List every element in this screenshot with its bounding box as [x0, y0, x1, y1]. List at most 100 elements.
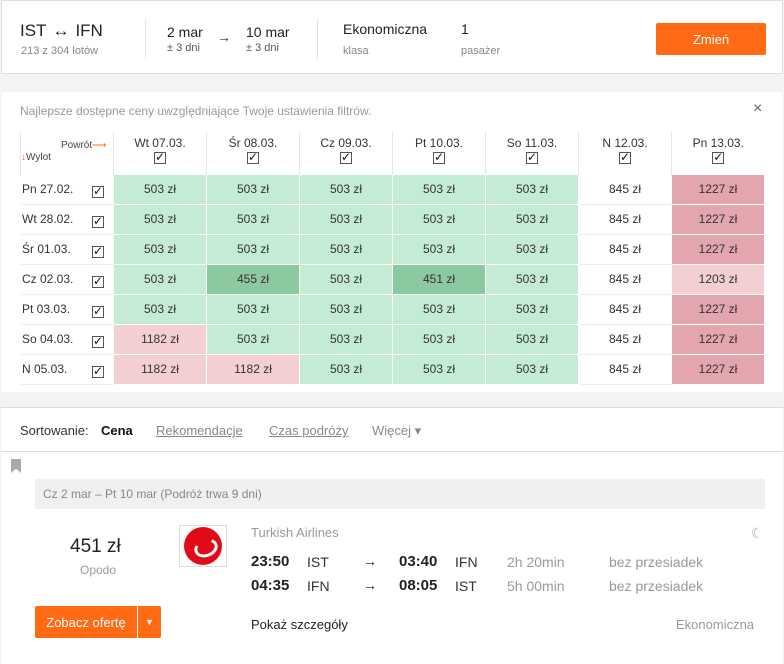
price-cell[interactable]: 503 zł: [299, 293, 393, 325]
price-cell[interactable]: 503 zł: [485, 353, 579, 385]
price-cell[interactable]: 503 zł: [392, 233, 486, 265]
price-cell[interactable]: 503 zł: [206, 203, 300, 235]
return-date-column-header[interactable]: Pn 13.03.: [671, 132, 765, 174]
departure-date-row-header[interactable]: Cz 02.03.: [20, 263, 114, 295]
price-matrix: Powrót⟶ ↓Wylot Wt 07.03. Śr 08.03. Cz 09.0…: [20, 132, 765, 385]
price-cell[interactable]: 503 zł: [299, 233, 393, 265]
cabin-class[interactable]: Ekonomiczna: [343, 21, 427, 37]
row-checkbox[interactable]: [92, 214, 104, 228]
price-cell[interactable]: 503 zł: [299, 263, 393, 295]
row-checkbox[interactable]: [92, 334, 104, 348]
price-cell[interactable]: 503 zł: [392, 173, 486, 205]
price-cell[interactable]: 503 zł: [299, 203, 393, 235]
sort-option-recommendations[interactable]: Rekomendacje: [156, 423, 243, 438]
depart-date[interactable]: 2 mar: [167, 24, 203, 40]
price-cell[interactable]: 845 zł: [578, 173, 672, 205]
departure-date-row-header[interactable]: Pt 03.03.: [20, 293, 114, 325]
price-cell[interactable]: 455 zł: [206, 263, 300, 295]
price-cell[interactable]: 503 zł: [113, 233, 207, 265]
close-icon[interactable]: ×: [753, 100, 762, 118]
price-cell[interactable]: 503 zł: [485, 173, 579, 205]
return-date-column-header[interactable]: Cz 09.03.: [299, 132, 393, 174]
bookmark-icon[interactable]: [11, 459, 21, 473]
price-cell[interactable]: 1227 zł: [671, 353, 765, 385]
column-checkbox[interactable]: [247, 150, 259, 164]
price-cell[interactable]: 845 zł: [578, 293, 672, 325]
price-cell[interactable]: 503 zł: [299, 323, 393, 355]
matrix-row: So 04.03.1182 zł503 zł503 zł503 zł503 zł…: [20, 323, 765, 355]
price-cell[interactable]: 1182 zł: [113, 323, 207, 355]
return-date-column-header[interactable]: Wt 07.03.: [113, 132, 207, 174]
column-label: So 11.03.: [506, 136, 558, 150]
departure-date-row-header[interactable]: Wt 28.02.: [20, 203, 114, 235]
matrix-row: Wt 28.02.503 zł503 zł503 zł503 zł503 zł8…: [20, 203, 765, 235]
price-cell[interactable]: 845 zł: [578, 263, 672, 295]
price-cell[interactable]: 1227 zł: [671, 323, 765, 355]
price-cell[interactable]: 1227 zł: [671, 173, 765, 205]
row-checkbox[interactable]: [92, 364, 104, 378]
price-cell[interactable]: 503 zł: [299, 353, 393, 385]
sort-option-price[interactable]: Cena: [101, 423, 133, 438]
price-cell[interactable]: 1182 zł: [206, 353, 300, 385]
column-checkbox[interactable]: [154, 150, 166, 164]
price-cell[interactable]: 503 zł: [206, 323, 300, 355]
price-cell[interactable]: 1182 zł: [113, 353, 207, 385]
price-cell[interactable]: 1227 zł: [671, 233, 765, 265]
row-checkbox[interactable]: [92, 304, 104, 318]
passenger-count[interactable]: 1: [461, 21, 469, 37]
see-offer-button[interactable]: Zobacz ofertę: [35, 606, 137, 638]
departure-date-row-header[interactable]: Śr 01.03.: [20, 233, 114, 265]
column-checkbox[interactable]: [712, 150, 725, 164]
price-cell[interactable]: 845 zł: [578, 353, 672, 385]
price-cell[interactable]: 503 zł: [206, 233, 300, 265]
return-date-column-header[interactable]: Śr 08.03.: [206, 132, 300, 174]
price-cell[interactable]: 503 zł: [206, 173, 300, 205]
sort-bar: Sortowanie: Cena Rekomendacje Czas podró…: [1, 408, 783, 452]
price-cell[interactable]: 845 zł: [578, 203, 672, 235]
price-cell[interactable]: 503 zł: [392, 323, 486, 355]
route[interactable]: IST ↔ IFN: [20, 21, 103, 41]
change-search-button[interactable]: Zmień: [656, 23, 766, 55]
divider: [317, 19, 318, 59]
price-cell[interactable]: 845 zł: [578, 233, 672, 265]
price-cell[interactable]: 1227 zł: [671, 203, 765, 235]
departure-date-row-header[interactable]: N 05.03.: [20, 353, 114, 385]
price-cell[interactable]: 503 zł: [392, 353, 486, 385]
price-cell[interactable]: 503 zł: [485, 293, 579, 325]
show-details-link[interactable]: Pokaż szczegóły: [251, 617, 348, 632]
arrow-right-icon: →: [363, 553, 377, 569]
price-cell[interactable]: 503 zł: [113, 173, 207, 205]
offer-dropdown-icon[interactable]: ▼: [138, 606, 161, 638]
sort-option-duration[interactable]: Czas podróży: [269, 423, 348, 438]
price-cell[interactable]: 503 zł: [485, 203, 579, 235]
column-checkbox[interactable]: [619, 150, 631, 164]
price-cell[interactable]: 503 zł: [299, 173, 393, 205]
departure-date-row-header[interactable]: Pn 27.02.: [20, 173, 114, 205]
row-checkbox[interactable]: [92, 274, 104, 288]
sort-more-dropdown[interactable]: Więcej ▾: [372, 423, 421, 439]
return-date-column-header[interactable]: Pt 10.03.: [392, 132, 486, 174]
price-cell[interactable]: 503 zł: [113, 263, 207, 295]
price-cell[interactable]: 845 zł: [578, 323, 672, 355]
return-date-column-header[interactable]: So 11.03.: [485, 132, 579, 174]
price-cell[interactable]: 503 zł: [206, 293, 300, 325]
row-checkbox[interactable]: [92, 184, 104, 198]
depart-flex: ± 3 dni: [167, 42, 200, 54]
price-cell[interactable]: 503 zł: [485, 323, 579, 355]
price-cell[interactable]: 1203 zł: [671, 263, 765, 295]
return-date[interactable]: 10 mar: [246, 24, 290, 40]
price-cell[interactable]: 503 zł: [392, 203, 486, 235]
row-checkbox[interactable]: [92, 244, 104, 258]
price-cell[interactable]: 503 zł: [485, 263, 579, 295]
column-checkbox[interactable]: [433, 150, 445, 164]
price-cell[interactable]: 503 zł: [113, 293, 207, 325]
price-cell[interactable]: 503 zł: [113, 203, 207, 235]
return-date-column-header[interactable]: N 12.03.: [578, 132, 672, 174]
price-cell[interactable]: 451 zł: [392, 263, 486, 295]
column-checkbox[interactable]: [340, 150, 352, 164]
departure-date-row-header[interactable]: So 04.03.: [20, 323, 114, 355]
column-checkbox[interactable]: [526, 150, 538, 164]
price-cell[interactable]: 503 zł: [485, 233, 579, 265]
price-cell[interactable]: 503 zł: [392, 293, 486, 325]
price-cell[interactable]: 1227 zł: [671, 293, 765, 325]
